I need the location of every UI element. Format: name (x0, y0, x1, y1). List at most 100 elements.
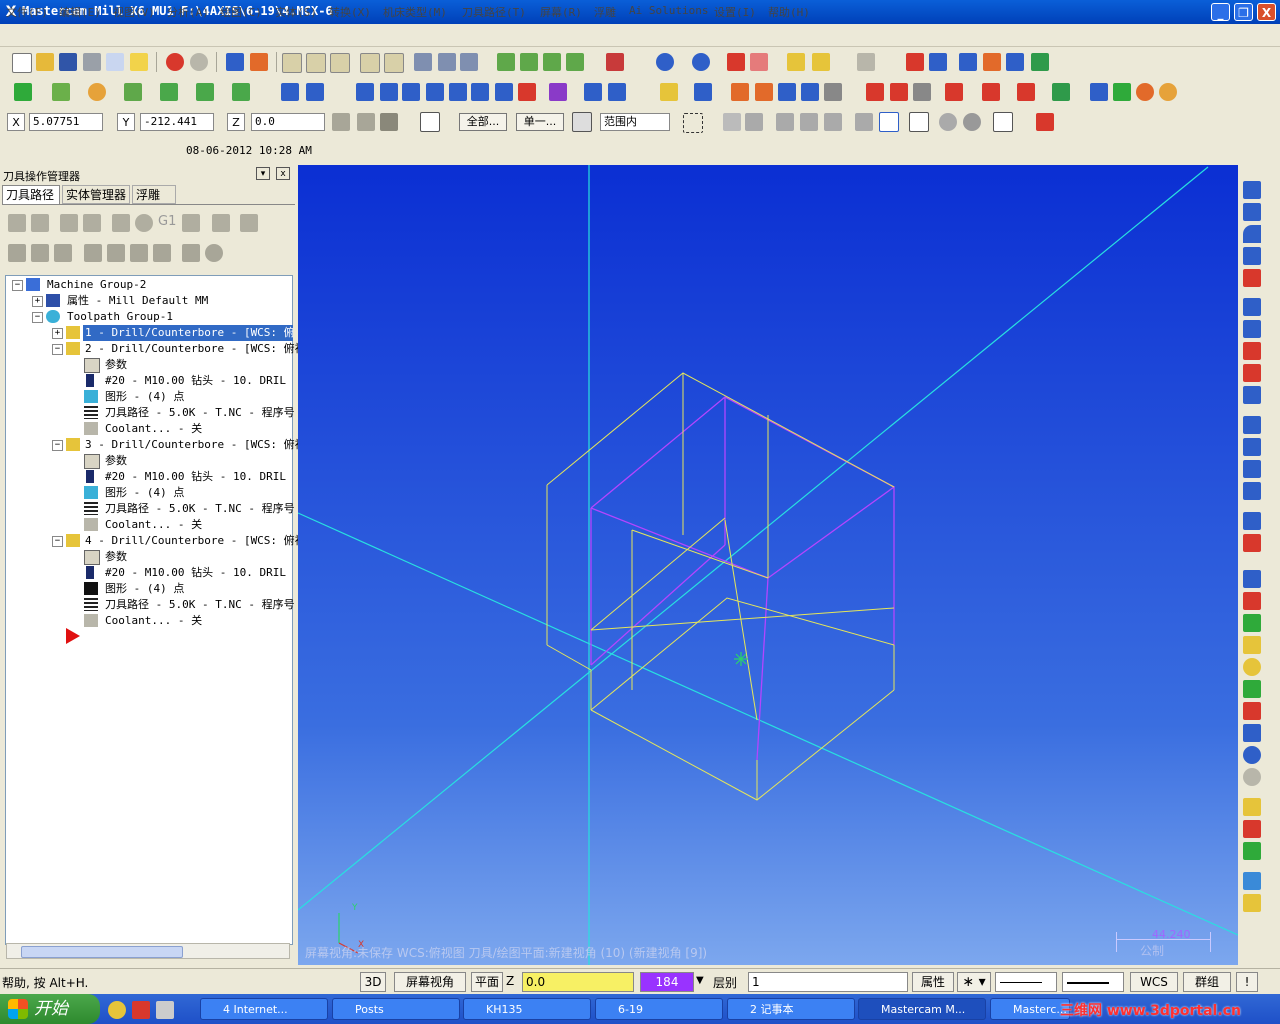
z-coord-field[interactable]: 0.0 (251, 113, 325, 131)
selection-help-icon[interactable] (993, 112, 1013, 132)
auto-cursor-icon[interactable] (357, 113, 375, 131)
plane-last-icon[interactable] (1243, 482, 1261, 500)
last-point-icon[interactable] (380, 113, 398, 131)
layer-icon[interactable] (1243, 798, 1261, 816)
help-ops-icon[interactable] (240, 214, 258, 232)
hatch-icon[interactable] (824, 83, 842, 101)
drafting-icon[interactable] (608, 83, 626, 101)
plane-button[interactable]: 平面 (471, 972, 503, 992)
menu-toolpaths[interactable]: 刀具路径(T) (462, 4, 526, 20)
solid-shell-icon[interactable] (945, 83, 963, 101)
solid-boolean-icon[interactable] (913, 83, 931, 101)
solid-revolve-icon[interactable] (890, 83, 908, 101)
status-help-button[interactable]: ! (1236, 972, 1258, 992)
xform-scale-icon[interactable] (426, 83, 444, 101)
select-all-ops-icon[interactable] (8, 214, 26, 232)
menu-file[interactable]: 文件(F) (6, 4, 48, 20)
fast-point-icon[interactable] (332, 113, 350, 131)
verify-selection-icon[interactable] (879, 112, 899, 132)
new-file-icon[interactable] (12, 53, 32, 73)
spline-icon[interactable] (160, 83, 178, 101)
scroll-to-arrow-icon[interactable] (153, 244, 171, 262)
transform-icon[interactable] (983, 53, 1001, 71)
lock-icon[interactable] (8, 244, 26, 262)
view-front-icon[interactable] (1243, 203, 1261, 221)
menu-machine-type[interactable]: 机床类型(M) (383, 4, 447, 20)
sigma-icon[interactable] (1006, 53, 1024, 71)
z-depth-field[interactable]: 0.0 (522, 972, 634, 992)
tab-solids[interactable]: 实体管理器 (62, 185, 130, 204)
simulate-icon[interactable] (460, 53, 478, 71)
translucent-icon[interactable] (566, 53, 584, 71)
line-icon[interactable] (52, 83, 70, 101)
window-select-icon[interactable] (683, 113, 703, 133)
plane-entity-icon[interactable] (1243, 416, 1261, 434)
select-all-button[interactable]: 全部... (459, 113, 507, 131)
graphics-viewport[interactable]: Y X 屏幕视角:未保存 WCS:俯视图 刀具/绘图平面:新建视角 (10) (… (298, 165, 1238, 965)
cplane-iso-icon[interactable] (1243, 364, 1261, 382)
point-icon[interactable] (14, 83, 32, 101)
insert-arrow-marker-icon[interactable] (66, 628, 80, 644)
color-dropdown-icon[interactable]: ▼ (696, 975, 704, 986)
regenerate-all-icon[interactable] (60, 214, 78, 232)
help-whats-this-icon[interactable] (906, 53, 924, 71)
menu-art[interactable]: 浮雕 (594, 4, 616, 20)
menu-edit[interactable]: 编辑(E) (59, 4, 101, 20)
solid-extrude-icon[interactable] (866, 83, 884, 101)
selection-method-select[interactable]: 范围内 (600, 113, 670, 131)
viewport-layout-icon[interactable] (1243, 512, 1261, 530)
regenerate-dirty-icon[interactable] (83, 214, 101, 232)
solid-trim-icon[interactable] (982, 83, 1000, 101)
plane-rotate-icon[interactable] (1243, 460, 1261, 478)
pencil-icon[interactable] (1243, 636, 1261, 654)
curve-icon[interactable] (1243, 592, 1261, 610)
select-single-button[interactable]: 单一... (516, 113, 564, 131)
analyze-icon[interactable] (812, 53, 830, 71)
trim-break-icon[interactable] (1243, 680, 1261, 698)
toggle-display-icon[interactable] (31, 244, 49, 262)
back-face-icon[interactable] (855, 113, 873, 131)
delete-ops-icon[interactable] (212, 214, 230, 232)
zoom-window-icon[interactable] (306, 53, 326, 73)
palette-icon[interactable] (1243, 872, 1261, 890)
nc-icon[interactable] (1113, 83, 1131, 101)
open-file-icon[interactable] (36, 53, 54, 71)
erase-icon[interactable] (727, 53, 745, 71)
verify-selected-icon[interactable] (135, 214, 153, 232)
view-top-icon[interactable] (1243, 181, 1261, 199)
zoom-out-icon[interactable] (384, 53, 404, 73)
menu-settings[interactable]: 设置(I) (714, 4, 756, 20)
wizard-icon[interactable] (660, 83, 678, 101)
panel-dropdown-icon[interactable]: ▾ (256, 167, 270, 180)
color-field[interactable]: 184 (640, 972, 694, 992)
extend-icon[interactable] (306, 83, 324, 101)
line-style-select[interactable] (995, 972, 1057, 992)
mesh-icon[interactable] (584, 83, 602, 101)
unerase-icon[interactable] (750, 53, 768, 71)
cplane-top-icon[interactable] (1243, 298, 1261, 316)
tree-horizontal-scrollbar[interactable] (6, 943, 290, 959)
attributes-button[interactable]: 属性 (912, 972, 954, 992)
table-icon[interactable] (731, 83, 749, 101)
wcs-button[interactable]: WCS (1130, 972, 1178, 992)
sphere-icon[interactable] (692, 53, 710, 71)
surface-icon[interactable] (549, 83, 567, 101)
menu-screen[interactable]: 屏幕(R) (540, 4, 582, 20)
menu-xform[interactable]: 转换(X) (329, 4, 371, 20)
task-kh135[interactable]: KH135 (463, 998, 591, 1020)
cplane-side-icon[interactable] (1243, 342, 1261, 360)
zoom-target-icon[interactable] (330, 53, 350, 73)
chip-icon[interactable] (1159, 83, 1177, 101)
unzoom-icon[interactable] (360, 53, 380, 73)
tab-toolpaths[interactable]: 刀具路径 (2, 185, 60, 204)
hidden-line-icon[interactable] (520, 53, 538, 71)
point-style-select[interactable]: ∗ ▾ (957, 972, 991, 992)
xform-project-icon[interactable] (471, 83, 489, 101)
close-button[interactable]: X (1257, 3, 1276, 21)
dimension-horizontal-icon[interactable] (1243, 570, 1261, 588)
no-entry-icon[interactable] (1243, 768, 1261, 786)
pan-icon[interactable] (226, 53, 244, 71)
globe-icon[interactable] (1243, 746, 1261, 764)
tool-settings-icon[interactable] (857, 53, 875, 71)
pointer-icon[interactable] (723, 113, 741, 131)
